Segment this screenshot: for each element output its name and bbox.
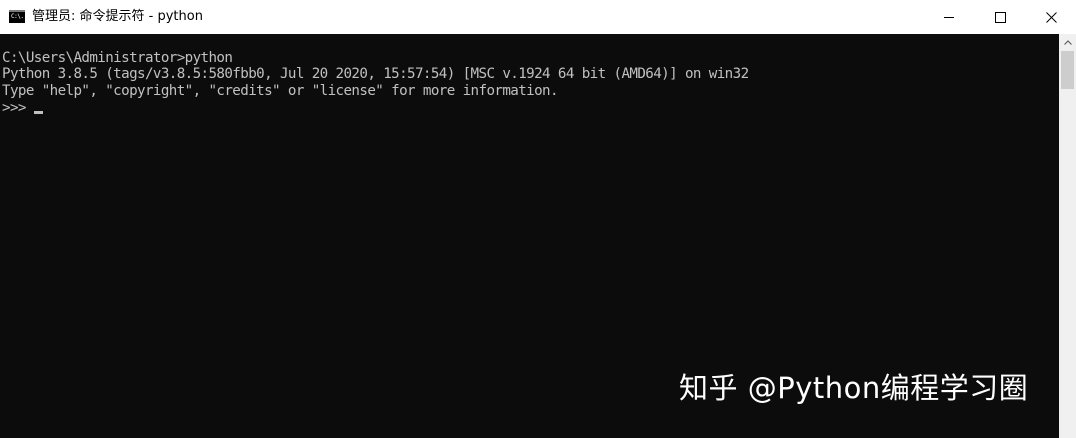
python-prompt: >>>: [2, 100, 26, 116]
close-button[interactable]: [1028, 0, 1074, 34]
console-line: Type "help", "copyright", "credits" or "…: [2, 83, 559, 99]
chevron-up-icon: [1063, 40, 1072, 45]
vertical-scrollbar[interactable]: [1059, 34, 1076, 438]
close-icon: [1045, 11, 1057, 23]
cmd-window: C:\. 管理员: 命令提示符 - python C:\Users\Admini…: [0, 0, 1076, 438]
title-bar[interactable]: C:\. 管理员: 命令提示符 - python: [0, 0, 1076, 34]
console-app-icon[interactable]: C:\.: [9, 10, 25, 23]
maximize-button[interactable]: [977, 0, 1023, 34]
app-icon-label: C:\.: [11, 13, 24, 20]
text-cursor: [33, 111, 43, 114]
watermark-text: 知乎 @Python编程学习圈: [679, 371, 1029, 405]
scrollbar-thumb[interactable]: [1061, 51, 1074, 89]
minimize-icon: [944, 16, 954, 18]
window-title: 管理员: 命令提示符 - python: [32, 9, 203, 24]
scroll-up-button[interactable]: [1059, 34, 1076, 51]
console-line: C:\Users\Administrator>python: [2, 50, 233, 66]
console-line: Python 3.8.5 (tags/v3.8.5:580fbb0, Jul 2…: [2, 66, 749, 82]
maximize-icon: [994, 11, 1006, 23]
minimize-button[interactable]: [926, 0, 972, 34]
prompt-line[interactable]: >>>: [2, 100, 43, 117]
